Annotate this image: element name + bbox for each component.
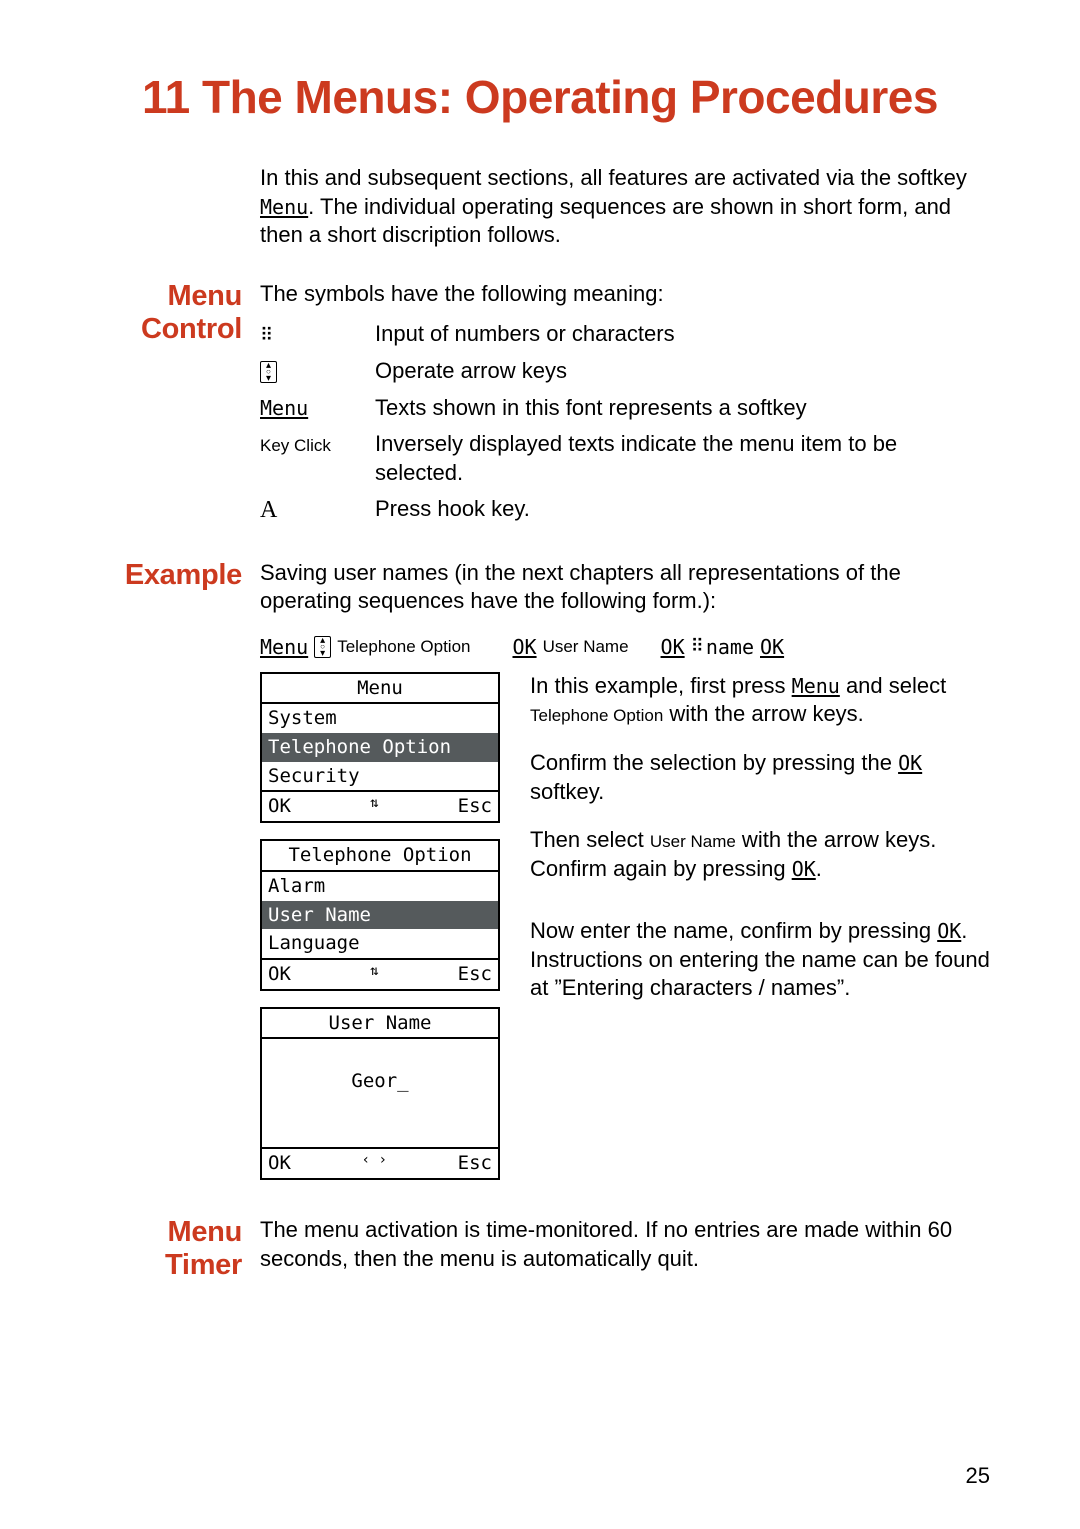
chapter-number: 11	[142, 71, 190, 123]
softkey-ok: OK	[792, 857, 816, 881]
softkey-menu: Menu	[260, 195, 308, 219]
screen-item: Telephone Option	[262, 733, 498, 762]
heading-example: Example	[125, 559, 242, 591]
screen-foot-right: Esc	[458, 794, 492, 819]
screen-foot-left: OK	[268, 794, 291, 819]
symbol-desc: Input of numbers or characters	[375, 316, 990, 353]
menu-timer-text: The menu activation is time-monitored. I…	[260, 1216, 990, 1282]
symbol-desc: Press hook key.	[375, 491, 990, 530]
sequence-line: Menu ▴○▾ Telephone Option OK User Name O…	[260, 634, 990, 660]
phone-screen: Telephone OptionAlarmUser NameLanguage OK…	[260, 839, 500, 990]
heading-menu-timer: Menu Timer	[165, 1216, 242, 1281]
example-desc-4: Now enter the name, confirm by pressing …	[530, 917, 990, 1003]
arrow-key-icon: ▴○▾	[314, 636, 331, 658]
keypad-icon: ⠿	[260, 325, 269, 346]
seq-softkey: Menu	[260, 634, 308, 660]
phone-screen: User NameGeor_ OK ‹ › Esc	[260, 1007, 500, 1180]
example-desc-2: Confirm the selection by pressing the OK…	[530, 749, 990, 806]
arrow-key-icon: ▴○▾	[260, 361, 277, 383]
page-number: 25	[966, 1463, 990, 1489]
softkey-ok: OK	[898, 751, 922, 775]
screen-foot-mid: ⇅	[370, 794, 378, 819]
screen-foot-right: Esc	[458, 1151, 492, 1176]
screen-foot-left: OK	[268, 1151, 291, 1176]
symbol-cell: Menu	[260, 390, 375, 427]
phone-screen: MenuSystemTelephone OptionSecurity OK ⇅ Esc	[260, 672, 500, 823]
symbol-cell: ▴○▾	[260, 353, 375, 390]
heading-menu-control: Menu Control	[141, 280, 242, 345]
screen-item: System	[262, 704, 498, 733]
chapter-title: 11 The Menus: Operating Procedures	[90, 70, 990, 124]
hook-key-icon: A	[260, 497, 277, 523]
symbol-cell: Key Click	[260, 426, 375, 491]
symbol-cell: A	[260, 491, 375, 530]
keypad-icon: ⠿	[691, 635, 700, 658]
symbol-cell: ⠿	[260, 316, 375, 353]
screen-foot-mid: ⇅	[370, 962, 378, 987]
screen-item: Language	[262, 929, 498, 958]
screen-title: Telephone Option	[262, 841, 498, 872]
example-desc-1: In this example, first press Menu and se…	[530, 672, 990, 729]
seq-softkey: OK	[760, 634, 784, 660]
screen-foot-right: Esc	[458, 962, 492, 987]
seq-menuitem: User Name	[543, 636, 629, 658]
symbol-desc: Operate arrow keys	[375, 353, 990, 390]
symbol-desc: Texts shown in this font represents a so…	[375, 390, 990, 427]
chapter-title-text: The Menus: Operating Procedures	[202, 71, 938, 123]
screen-body: Geor_	[262, 1039, 498, 1147]
screen-foot-left: OK	[268, 962, 291, 987]
screen-title: User Name	[262, 1009, 498, 1040]
inverse-label: Key Click	[260, 436, 331, 455]
menu-control-lead: The symbols have the following meaning:	[260, 280, 990, 309]
screen-title: Menu	[262, 674, 498, 705]
softkey-menu: Menu	[792, 674, 840, 698]
seq-softkey: OK	[661, 634, 685, 660]
seq-input: name	[706, 634, 754, 660]
screen-item: Alarm	[262, 872, 498, 901]
menuitem: User Name	[650, 832, 736, 851]
example-lead: Saving user names (in the next chapters …	[260, 559, 990, 616]
seq-menuitem: Telephone Option	[337, 636, 470, 658]
screen-item: User Name	[262, 901, 498, 930]
example-desc-3: Then select User Name with the arrow key…	[530, 826, 990, 883]
screen-item: Security	[262, 762, 498, 791]
intro-paragraph: In this and subsequent sections, all fea…	[260, 164, 990, 250]
menuitem: Telephone Option	[530, 706, 663, 725]
screen-foot-mid: ‹ ›	[362, 1151, 387, 1176]
softkey-label: Menu	[260, 396, 308, 420]
symbol-desc: Inversely displayed texts indicate the m…	[375, 426, 990, 491]
softkey-ok: OK	[937, 919, 961, 943]
seq-softkey: OK	[512, 634, 536, 660]
